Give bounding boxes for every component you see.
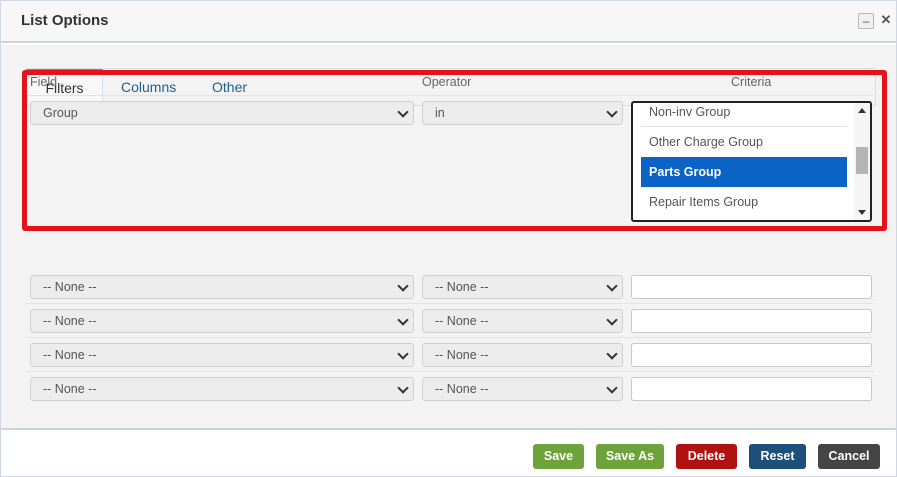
scroll-up-icon[interactable] [858, 108, 866, 113]
chevron-down-icon [606, 106, 618, 118]
row-divider [26, 337, 874, 338]
operator-select-row-1[interactable]: in [422, 101, 623, 125]
scroll-down-icon[interactable] [858, 210, 866, 215]
field-select-row-4[interactable]: -- None -- [30, 343, 414, 367]
criteria-option[interactable]: Other Charge Group [641, 127, 847, 157]
chevron-down-icon [397, 348, 409, 360]
criteria-column-header: Criteria [731, 75, 772, 89]
field-select-value: -- None -- [43, 280, 97, 294]
field-select-row-5[interactable]: -- None -- [30, 377, 414, 401]
close-icon[interactable]: ✕ [878, 13, 894, 29]
criteria-option[interactable]: Repair Items Group [641, 187, 847, 217]
operator-select-row-4[interactable]: -- None -- [422, 343, 623, 367]
field-select-row-1[interactable]: Group [30, 101, 414, 125]
chevron-down-icon [397, 314, 409, 326]
save-as-button[interactable]: Save As [596, 444, 664, 469]
operator-select-row-5[interactable]: -- None -- [422, 377, 623, 401]
row-divider [26, 371, 874, 372]
list-options-dialog: List Options – ✕ Filters Columns Other F… [0, 0, 897, 477]
field-select-value: Group [43, 106, 78, 120]
field-select-row-2[interactable]: -- None -- [30, 275, 414, 299]
operator-select-value: -- None -- [435, 348, 489, 362]
chevron-down-icon [606, 348, 618, 360]
chevron-down-icon [397, 106, 409, 118]
criteria-listbox[interactable]: Non-inv Group Other Charge Group Parts G… [631, 101, 872, 222]
save-button[interactable]: Save [533, 444, 584, 469]
field-select-value: -- None -- [43, 382, 97, 396]
chevron-down-icon [606, 314, 618, 326]
row-divider [26, 303, 874, 304]
field-column-header: Field [30, 75, 58, 89]
field-select-value: -- None -- [43, 348, 97, 362]
chevron-down-icon [397, 382, 409, 394]
delete-button[interactable]: Delete [676, 444, 737, 469]
minimize-icon[interactable]: – [858, 13, 874, 29]
operator-select-value: -- None -- [435, 314, 489, 328]
scrollbar-thumb[interactable] [856, 147, 868, 174]
criteria-input-row-4[interactable] [631, 343, 872, 367]
header-divider [26, 95, 874, 96]
dialog-title: List Options [21, 12, 109, 29]
field-select-row-3[interactable]: -- None -- [30, 309, 414, 333]
operator-column-header: Operator [422, 75, 472, 89]
chevron-down-icon [606, 382, 618, 394]
operator-select-row-2[interactable]: -- None -- [422, 275, 623, 299]
operator-select-value: -- None -- [435, 382, 489, 396]
criteria-option[interactable]: Non-inv Group [641, 103, 847, 127]
criteria-input-row-3[interactable] [631, 309, 872, 333]
operator-select-row-3[interactable]: -- None -- [422, 309, 623, 333]
criteria-input-row-5[interactable] [631, 377, 872, 401]
chevron-down-icon [606, 280, 618, 292]
field-select-value: -- None -- [43, 314, 97, 328]
operator-select-value: -- None -- [435, 280, 489, 294]
title-bar: List Options – ✕ [1, 1, 896, 43]
operator-select-value: in [435, 106, 445, 120]
reset-button[interactable]: Reset [749, 444, 806, 469]
criteria-input-row-2[interactable] [631, 275, 872, 299]
criteria-option-selected[interactable]: Parts Group [641, 157, 847, 187]
cancel-button[interactable]: Cancel [818, 444, 880, 469]
listbox-scrollbar[interactable] [854, 103, 870, 220]
chevron-down-icon [397, 280, 409, 292]
